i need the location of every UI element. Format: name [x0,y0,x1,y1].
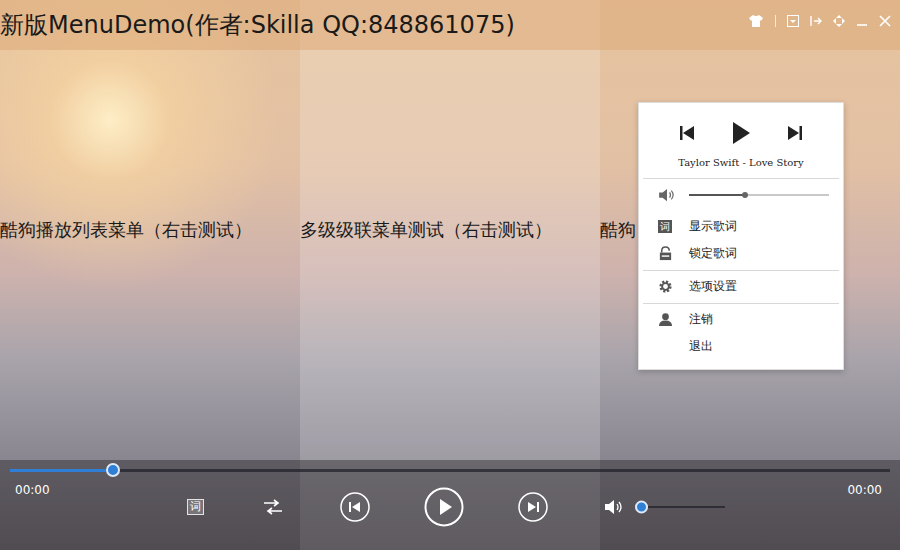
skin-icon[interactable] [748,13,764,29]
play-icon[interactable] [424,487,464,527]
menu-item[interactable]: 锁定歌词 [639,240,843,267]
close-icon[interactable] [879,15,891,27]
menu-item[interactable]: 词 显示歌词 [639,213,843,240]
volume-icon[interactable] [604,499,624,515]
menu-separator [643,270,839,271]
minimize-icon[interactable] [856,15,868,27]
previous-icon[interactable] [340,492,370,522]
menu-item[interactable]: 注销 [639,306,843,333]
play-mode-icon[interactable] [263,499,283,515]
context-menu: Taylor Swift - Love Story 词 显示歌词 锁定歌词 选项… [638,102,844,370]
menu-separator [643,178,839,179]
progress-knob[interactable] [106,463,120,477]
demo-label[interactable]: 多级级联菜单测试（右击测试） [300,218,600,242]
lock-icon [658,246,673,261]
window-title: 新版MenuDemo(作者:Skilla QQ:848861075) [0,9,515,41]
previous-icon[interactable] [679,125,695,141]
move-icon[interactable] [833,15,845,27]
menu-separator [643,303,839,304]
volume-icon[interactable] [658,188,676,202]
user-icon [658,312,673,327]
player-bar: 00:00 词 00:00 [0,460,900,550]
progress-bar[interactable] [0,460,900,475]
play-icon[interactable] [731,121,751,145]
next-icon[interactable] [518,492,548,522]
menu-volume-slider[interactable] [689,194,829,196]
mini-mode-icon[interactable] [810,15,822,27]
elapsed-time: 00:00 [0,479,165,527]
demo-label[interactable]: 酷狗播放列表菜单（右击测试） [0,218,300,242]
menu-item[interactable]: 退出 [639,333,843,360]
song-title: Taylor Swift - Love Story [678,157,803,168]
next-icon[interactable] [787,125,803,141]
menu-icon[interactable] [787,15,799,27]
title-bar: 新版MenuDemo(作者:Skilla QQ:848861075) [0,0,900,50]
menu-volume-row [639,179,843,211]
title-bar-separator [775,15,776,27]
menu-item[interactable]: 选项设置 [639,273,843,300]
lyrics-icon: 词 [658,220,672,233]
gear-icon [658,279,673,294]
lyrics-button[interactable]: 词 [187,499,204,515]
volume-knob[interactable] [635,501,648,514]
app-window: 新版MenuDemo(作者:Skilla QQ:848861075) 酷狗播放列… [0,0,900,550]
total-time: 00:00 [735,479,900,527]
volume-slider[interactable] [635,501,725,513]
